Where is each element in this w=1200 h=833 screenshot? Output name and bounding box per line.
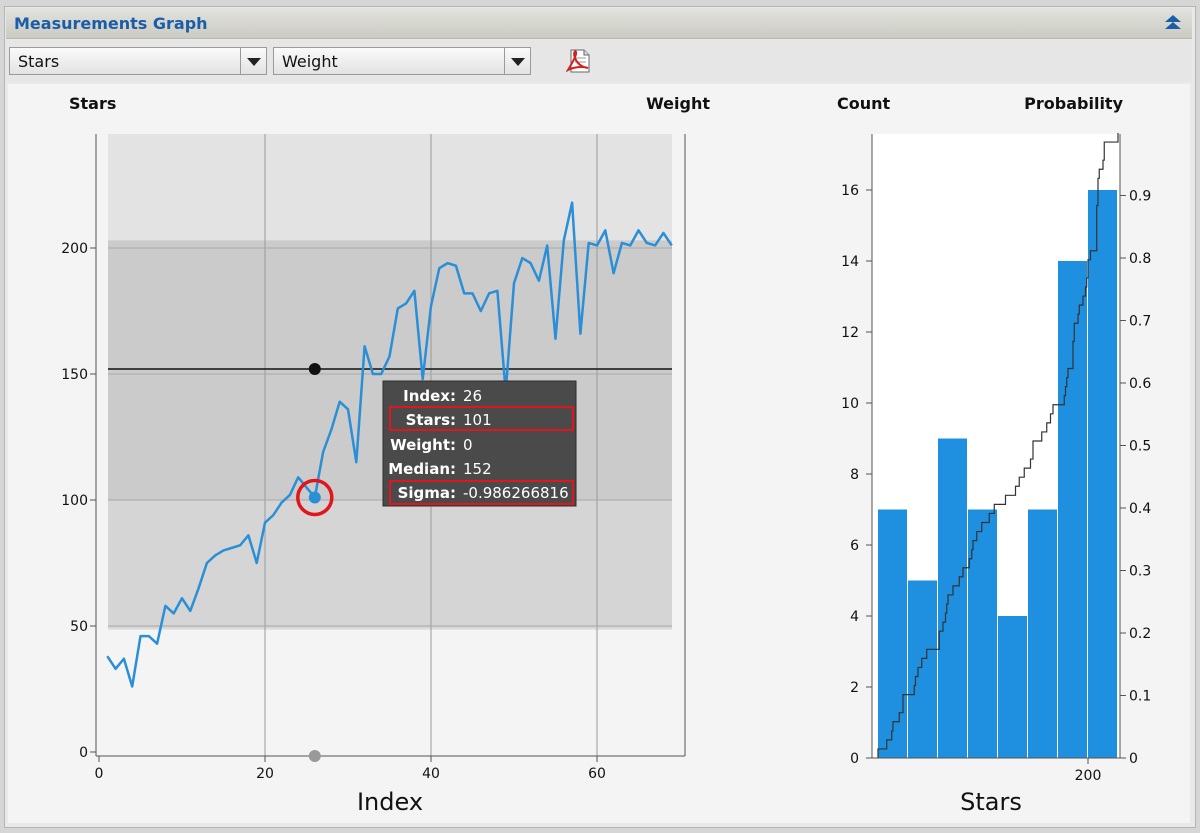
probability-tick-label: 0.1 [1129,689,1151,705]
probability-tick-label: 0.3 [1129,564,1151,580]
line-y-ticks: 0 50 100 150 200 [61,241,96,761]
probability-tick-label: 0 [1129,751,1138,767]
median-marker [308,362,321,375]
tooltip-sigma-value: -0.986266816 [463,484,569,502]
histogram-x-axis-title: Stars [960,788,1022,816]
window-title: Measurements Graph [14,14,208,33]
histogram-bar[interactable] [1088,190,1117,758]
graph-panel: Stars Weight 0 20 40 60 0 50 100 150 200 Index [8,84,1190,823]
histogram-plot[interactable]: 0246810121416 00.10.20.30.40.50.60.70.80… [841,133,1151,816]
histogram-bar[interactable] [938,438,967,759]
count-tick-label: 14 [841,254,859,270]
pdf-export-icon[interactable] [566,48,592,74]
count-tick-label: 4 [850,609,859,625]
count-tick-label: 8 [850,467,859,483]
tooltip-sigma-label: Sigma: [398,484,456,502]
window-titlebar: Measurements Graph [6,8,1192,39]
weight-select[interactable]: Weight [273,47,531,75]
probability-tick-label: 0.8 [1129,251,1151,267]
count-tick-label: 10 [841,396,859,412]
highlighted-point[interactable] [308,491,321,504]
histogram-bar[interactable] [968,509,997,759]
count-tick-label: 16 [841,183,859,199]
histogram-count-ticks: 0 2 4 6 8 10 12 14 16 [841,183,872,767]
x-tick-label: 60 [588,766,606,782]
count-tick-label: 0 [850,751,859,767]
tooltip-stars-value: 101 [463,411,492,429]
histogram-bar[interactable] [908,580,937,759]
y-axis-select[interactable]: Stars [9,47,267,75]
line-x-axis-title: Index [357,788,423,816]
line-x-ticks: 0 20 40 60 [95,756,606,782]
chevron-down-icon[interactable] [240,48,266,74]
probability-tick-label: 0.7 [1129,314,1151,330]
y-tick-label: 200 [61,241,88,257]
tooltip-weight-label: Weight: [390,436,456,454]
histogram-probability-ticks: 0 0.1 0.2 0.3 0.4 0.5 0.6 0.7 0.8 0.9 [1120,189,1151,767]
histogram-bar[interactable] [878,509,907,759]
tooltip-weight-value: 0 [463,436,473,454]
line-chart-plot[interactable]: 0 20 40 60 0 50 100 150 200 Index [61,134,686,816]
chevron-down-icon[interactable] [504,48,530,74]
histogram-probability-label: Probability [1024,94,1123,113]
graph-canvas: Stars Weight 0 20 40 60 050100150200 Index [61,94,1151,816]
probability-tick-label: 0.9 [1129,189,1151,205]
probability-tick-label: 0.2 [1129,626,1151,642]
histogram-count-label: Count [837,94,891,113]
y-axis-select-value: Stars [18,52,60,71]
count-tick-label: 2 [850,680,859,696]
y-tick-label: 50 [70,619,88,635]
y-tick-label: 0 [79,745,88,761]
tooltip-index-value: 26 [463,387,482,405]
line-chart-left-label: Stars [69,94,116,113]
x-tick-label: 20 [256,766,274,782]
probability-tick-label: 0.4 [1129,501,1151,517]
y-tick-label: 150 [61,367,88,383]
weight-select-value: Weight [282,52,338,71]
tooltip-index-label: Index: [403,387,456,405]
probability-tick-label: 0.5 [1129,439,1151,455]
histogram-bar[interactable] [998,616,1027,758]
tooltip-median-value: 152 [463,460,492,478]
graph-toolbar: Stars Weight [6,40,1192,82]
index-slider-handle[interactable] [308,750,321,762]
tooltip-stars-label: Stars: [406,411,456,429]
point-tooltip: Index: 26 Stars: 101 Weight: 0 Median: 1… [382,380,577,507]
x-tick-label: 0 [95,766,104,782]
count-tick-label: 6 [850,538,859,554]
count-tick-label: 12 [841,325,859,341]
collapse-up-icon[interactable] [1164,14,1182,32]
histogram-bar[interactable] [1028,509,1057,759]
histogram-bar[interactable] [1058,261,1087,758]
tooltip-median-label: Median: [388,460,456,478]
histogram-x-tick-label: 200 [1075,768,1102,784]
x-tick-label: 40 [422,766,440,782]
probability-tick-label: 0.6 [1129,376,1151,392]
y-tick-label: 100 [61,493,88,509]
line-chart-right-label: Weight [646,94,710,113]
